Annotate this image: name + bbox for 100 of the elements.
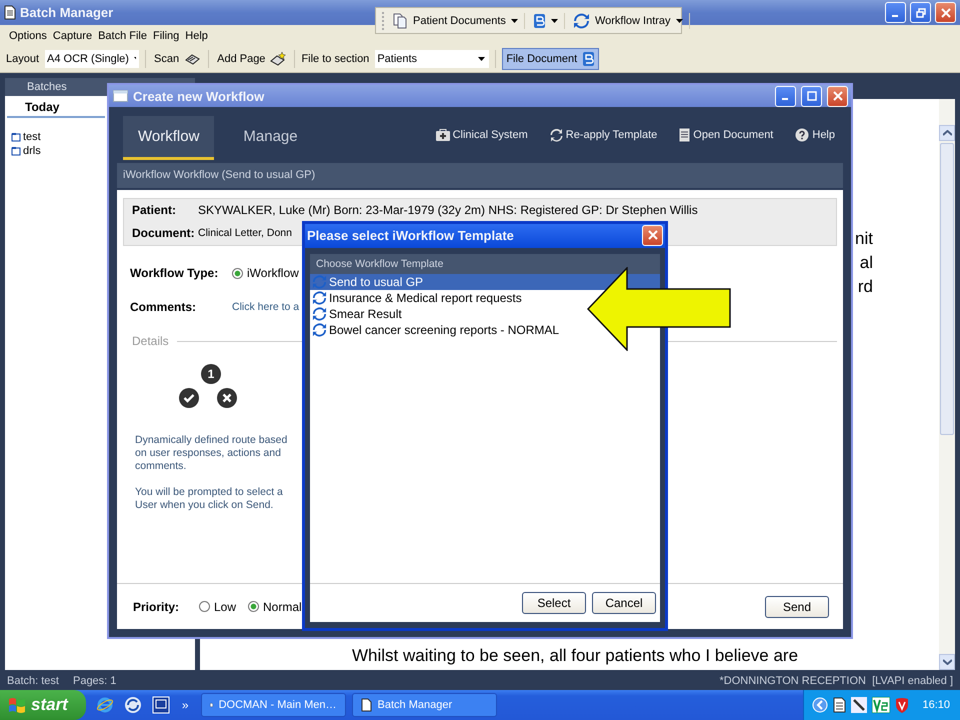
send-button[interactable]: Send [765,596,829,618]
field-value: SKYWALKER, Luke (Mr) Born: 23-Mar-1979 (32y 2m) NHS: Registered GP: Dr Stephen Willis [198,203,698,218]
scroll-down-button[interactable] [939,654,955,670]
v-logo-icon[interactable] [872,697,890,713]
layout-dropdown[interactable]: A4 OCR (Single) [45,50,140,68]
close-icon [648,230,658,240]
documents-icon [392,12,408,28]
refresh-icon [312,307,327,321]
field-label: Workflow Type: [130,266,220,280]
overflow-button[interactable]: » [182,698,189,712]
maximize-button[interactable] [801,86,822,106]
restore-icon [916,8,926,18]
document-icon [679,128,690,142]
minimize-icon [782,98,788,100]
document-icon[interactable] [833,697,846,713]
toolbar-label: Layout [6,53,40,65]
app-icon [532,12,546,28]
toolbar-link[interactable]: Open Document [679,128,774,142]
radio-option[interactable]: iWorkflow [232,266,299,280]
flag-icon [8,697,26,713]
dialog-button[interactable]: Cancel [592,592,656,614]
comments-field[interactable]: Click here to a [232,301,302,313]
scan-button[interactable]: Scan [152,50,202,68]
close-button[interactable] [935,2,956,23]
app-button[interactable] [532,12,565,28]
clock: 16:10 [922,699,950,711]
status-text: Batch: test [7,675,59,687]
medical-case-icon [436,129,450,141]
status-text: Pages: 1 [72,675,116,687]
folder-icon [11,146,21,156]
check-icon [179,388,199,408]
refresh-icon[interactable] [124,696,142,714]
page-star-icon [270,52,286,66]
toolbar-link[interactable]: Re-apply Template [550,128,658,142]
window-title: Batch Manager [20,5,114,20]
step-badge: 1 [201,364,221,384]
tab[interactable]: Workflow [123,116,214,160]
menu-item[interactable]: Help [182,30,211,42]
browser-icon[interactable] [96,696,114,714]
list-header: Choose Workflow Template [310,254,660,274]
status-text: *DONNINGTON RECEPTION [LVAPI enabled ] [719,675,953,687]
section-label: Details [132,334,169,348]
refresh-icon [312,291,327,305]
menu-item[interactable]: Options [6,30,50,42]
section-dropdown[interactable]: Patients [375,50,490,68]
menu-item[interactable]: Capture [50,30,96,42]
close-icon [832,91,842,101]
document-icon [360,698,372,712]
caret-icon [550,18,558,22]
field-label: Document: [132,226,194,241]
minimize-button[interactable] [775,86,796,106]
radio-option[interactable]: Low [199,600,236,614]
window-icon [113,90,128,102]
field-label: Comments: [130,300,198,314]
restore-button[interactable] [910,2,931,23]
description-text: You will be prompted to select a User when you click on Send. [135,486,284,512]
field-label: Patient: [132,203,178,218]
dialog-button[interactable]: Select [522,592,586,614]
scanner-icon [184,52,200,66]
field-label: Priority: [133,600,180,614]
close-button[interactable] [827,86,848,106]
toolbar-link[interactable]: Clinical System [436,129,528,141]
refresh-icon [550,128,563,142]
scroll-up-button[interactable] [939,125,955,141]
toolbar-link[interactable]: Help [795,128,835,142]
refresh-icon [312,275,327,289]
radio-option[interactable]: Normal [248,600,302,614]
description-text: Dynamically defined route based on user responses, actions and comments. [135,434,288,473]
section-header: iWorkflow Workflow (Send to usual GP) [117,163,843,188]
shield-icon[interactable] [895,697,910,713]
intray-button[interactable]: Workflow Intray [572,12,690,28]
taskbar-button[interactable]: DOCMAN - Main Men… [200,693,346,717]
refresh-icon [312,323,327,337]
chevron-icon[interactable] [812,697,828,713]
template-item[interactable]: Bowel cancer screening reports - NORMAL [310,322,660,338]
help-icon [795,128,810,142]
add-page-button[interactable]: Add Page [215,50,288,68]
scrollbar-thumb[interactable] [940,143,954,435]
tab[interactable]: Manage [228,116,313,160]
app-icon [582,51,596,67]
app-icon[interactable] [152,696,170,714]
documents-button[interactable]: Patient Documents [392,12,525,28]
minimize-icon [892,14,898,16]
toolbar-label: File to section [301,53,370,65]
template-item[interactable]: Send to usual GP [310,274,660,290]
menu-item[interactable]: Filing [150,30,182,42]
menu-item[interactable]: Batch File [95,30,150,42]
close-button[interactable] [642,224,663,246]
file-document-button[interactable]: File Document [502,48,600,70]
document-icon [4,5,16,20]
field-value: Clinical Letter, Donn [198,226,292,241]
document-text: al [860,252,873,274]
tab[interactable]: Today [7,98,105,118]
caret-icon [676,18,683,22]
taskbar-button[interactable]: Batch Manager [352,693,497,717]
cross-icon [217,388,237,408]
minimize-button[interactable] [885,2,906,23]
document-text: rd [858,276,873,298]
caret-icon [510,18,518,22]
close-icon [940,8,950,18]
